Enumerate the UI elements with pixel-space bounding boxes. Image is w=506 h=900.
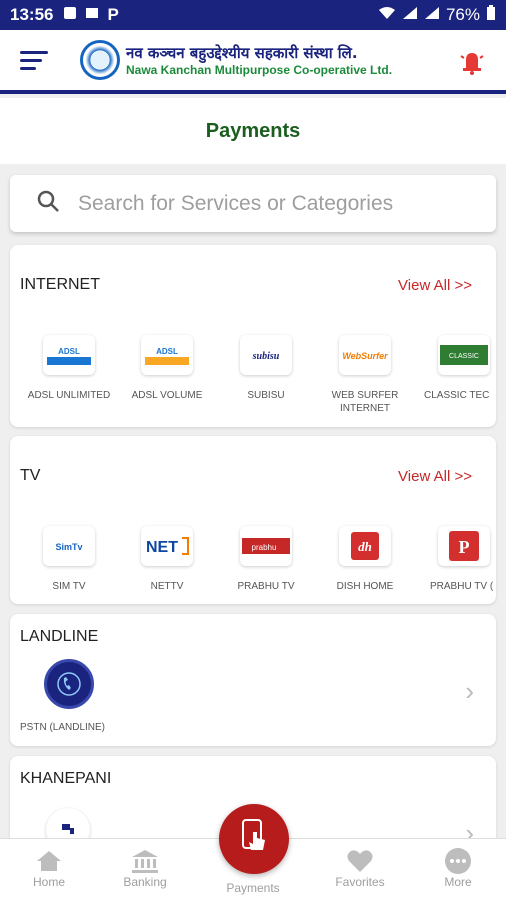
service-prabhu-tv-2[interactable]: P PRABHU TV ( [414,526,496,593]
nav-home-label: Home [32,875,65,889]
nav-payments-button[interactable] [219,804,289,874]
prabhu-2-logo-text: P [459,537,470,557]
service-web-surfer[interactable]: WebSurfer WEB SURFER INTERNET [315,335,415,415]
internet-view-all-link[interactable]: View All >> [398,277,472,294]
internet-title: INTERNET [20,276,100,293]
app-bar: नव कञ्चन बहुउद्देश्यीय सहकारी संस्था लि.… [0,30,506,94]
landline-title: LANDLINE [20,628,99,645]
prabhu-tv-logo-icon: prabhu [240,526,292,566]
service-dish-home[interactable]: dh DISH HOME [315,526,415,593]
prabhu-tv-2-logo-icon: P [438,526,490,566]
nav-payments-label: Payments [226,881,280,895]
nav-home[interactable]: Home [9,847,89,889]
landline-card[interactable]: LANDLINE PSTN (LANDLINE) › [10,614,496,746]
page-title: Payments [205,119,301,142]
subisu-logo-text: subisu [252,351,280,362]
nav-banking-label: Banking [123,875,167,889]
brand-name-en: Nawa Kanchan Multipurpose Co-operative L… [126,63,393,77]
service-label: WEB SURFER INTERNET [331,390,399,414]
service-subisu[interactable]: subisu SUBISU [216,335,316,402]
adsl-logo-text: ADSL [58,347,80,356]
notification-icon [63,5,77,25]
service-label: CLASSIC TEC [424,390,490,401]
service-label: SIM TV [52,581,86,592]
tv-view-all-link[interactable]: View All >> [398,468,472,485]
service-label: PRABHU TV ( [430,581,494,592]
adsl-unlimited-logo-icon: ADSL [43,335,95,375]
service-label: SUBISU [247,390,285,401]
home-icon [9,847,89,875]
dishhome-logo-icon: dh [339,526,391,566]
websurfer-logo-icon: WebSurfer [339,335,391,375]
simtv-logo-icon: SimTv [43,526,95,566]
brand-name-np: नव कञ्चन बहुउद्देश्यीय सहकारी संस्था लि. [126,44,358,62]
prabhu-logo-text: prabhu [252,543,277,552]
nav-more[interactable]: More [418,847,498,889]
service-label: PRABHU TV [237,581,295,592]
service-sim-tv[interactable]: SimTv SIM TV [19,526,119,593]
image-icon [85,5,99,25]
search-icon [36,189,60,218]
service-label: ADSL UNLIMITED [27,390,111,401]
status-bar: 13:56 P 76% [0,0,506,30]
service-classic-tech[interactable]: CLASSIC CLASSIC TEC [414,335,496,402]
search-input[interactable] [78,191,438,216]
parking-icon: P [107,5,119,24]
battery-icon [486,4,496,26]
phone-icon [44,659,94,709]
more-icon [418,847,498,875]
battery-percent: 76% [445,5,480,24]
subisu-logo-icon: subisu [240,335,292,375]
coop-logo-icon [80,40,120,80]
service-adsl-unlimited[interactable]: ADSL ADSL UNLIMITED [19,335,119,402]
search-bar [10,175,496,232]
signal-icon-2 [424,5,440,25]
nettv-logo-text: NET [146,539,178,556]
classic-tech-logo-icon: CLASSIC [438,335,490,375]
wifi-icon [378,5,396,25]
tv-title: TV [20,467,41,484]
status-time: 13:56 [10,5,54,24]
nav-favorites-label: Favorites [335,875,385,889]
alarm-bell-icon[interactable] [458,48,486,76]
tap-phone-icon [237,818,271,861]
service-adsl-volume[interactable]: ADSL ADSL VOLUME [117,335,217,402]
brand: नव कञ्चन बहुउद्देश्यीय सहकारी संस्था लि.… [80,40,392,80]
service-label: NETTV [150,581,184,592]
internet-card: INTERNET View All >> ADSL ADSL UNLIMITED… [10,245,496,427]
page-header: Payments [0,98,506,164]
service-label: DISH HOME [336,581,394,592]
service-nettv[interactable]: NET NETTV [117,526,217,593]
nav-favorites[interactable]: Favorites [320,847,400,889]
nav-more-label: More [444,875,472,889]
adsl-logo-text: ADSL [156,347,178,356]
bank-icon [105,847,185,875]
heart-icon [320,847,400,875]
websurfer-logo-text: WebSurfer [342,351,388,361]
khanepani-title: KHANEPANI [20,770,112,787]
classic-logo-text: CLASSIC [449,353,479,360]
nav-banking[interactable]: Banking [105,847,185,889]
adsl-volume-logo-icon: ADSL [141,335,193,375]
simtv-logo-text: SimTv [55,542,82,552]
menu-icon[interactable] [20,46,48,75]
nettv-logo-icon: NET [141,526,193,566]
tv-card: TV View All >> SimTv SIM TV NET NETTV pr… [10,436,496,604]
service-label: ADSL VOLUME [131,390,203,401]
service-label: PSTN (LANDLINE) [20,722,106,733]
chevron-right-icon: › [465,676,474,706]
signal-icon [402,5,418,25]
dishhome-logo-text: dh [358,539,372,554]
service-prabhu-tv[interactable]: prabhu PRABHU TV [216,526,316,593]
